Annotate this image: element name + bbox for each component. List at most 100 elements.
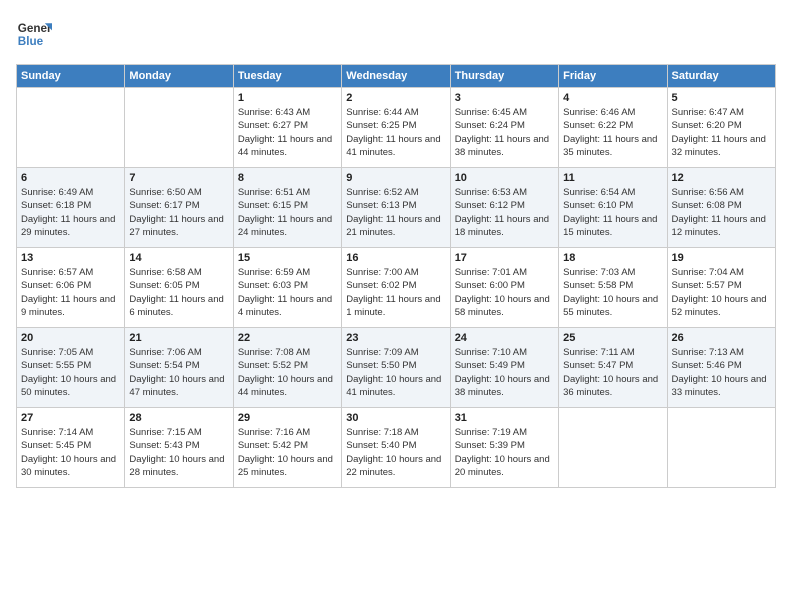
day-number: 29 [238, 412, 337, 424]
day-number: 20 [21, 332, 120, 344]
day-header-friday: Friday [559, 65, 667, 88]
calendar-cell [667, 408, 775, 488]
day-info: Sunrise: 6:43 AMSunset: 6:27 PMDaylight:… [238, 106, 337, 159]
calendar-cell: 18 Sunrise: 7:03 AMSunset: 5:58 PMDayligh… [559, 248, 667, 328]
calendar-cell: 7 Sunrise: 6:50 AMSunset: 6:17 PMDaylight… [125, 168, 233, 248]
day-number: 8 [238, 172, 337, 184]
calendar-cell: 25 Sunrise: 7:11 AMSunset: 5:47 PMDayligh… [559, 328, 667, 408]
day-info: Sunrise: 6:51 AMSunset: 6:15 PMDaylight:… [238, 186, 337, 239]
calendar-cell: 15Sunrise: 6:59 AMSunset: 6:03 PMDayligh… [233, 248, 341, 328]
day-info: Sunrise: 7:13 AMSunset: 5:46 PMDaylight:… [672, 346, 771, 399]
day-number: 19 [672, 252, 771, 264]
calendar-cell: 19 Sunrise: 7:04 AMSunset: 5:57 PMDayligh… [667, 248, 775, 328]
day-number: 5 [672, 92, 771, 104]
calendar-cell: 3Sunrise: 6:45 AMSunset: 6:24 PMDaylight… [450, 88, 558, 168]
day-number: 31 [455, 412, 554, 424]
calendar-cell: 23 Sunrise: 7:09 AMSunset: 5:50 PMDayligh… [342, 328, 450, 408]
day-number: 18 [563, 252, 662, 264]
calendar-cell [125, 88, 233, 168]
day-number: 15 [238, 252, 337, 264]
page-header: General Blue [16, 16, 776, 52]
day-number: 13 [21, 252, 120, 264]
svg-text:Blue: Blue [18, 35, 44, 48]
day-number: 22 [238, 332, 337, 344]
day-info: Sunrise: 7:01 AMSunset: 6:00 PMDaylight:… [455, 266, 554, 319]
day-info: Sunrise: 7:06 AMSunset: 5:54 PMDaylight:… [129, 346, 228, 399]
day-info: Sunrise: 6:45 AMSunset: 6:24 PMDaylight:… [455, 106, 554, 159]
calendar-cell: 21 Sunrise: 7:06 AMSunset: 5:54 PMDayligh… [125, 328, 233, 408]
calendar-cell: 14 Sunrise: 6:58 AMSunset: 6:05 PMDayligh… [125, 248, 233, 328]
day-number: 7 [129, 172, 228, 184]
day-info: Sunrise: 7:14 AMSunset: 5:45 PMDaylight:… [21, 426, 120, 479]
calendar-cell: 30 Sunrise: 7:18 AMSunset: 5:40 PMDayligh… [342, 408, 450, 488]
calendar-cell: 16Sunrise: 7:00 AMSunset: 6:02 PMDayligh… [342, 248, 450, 328]
day-header-thursday: Thursday [450, 65, 558, 88]
day-number: 30 [346, 412, 445, 424]
day-info: Sunrise: 6:47 AMSunset: 6:20 PMDaylight:… [672, 106, 771, 159]
calendar-week-4: 20 Sunrise: 7:05 AMSunset: 5:55 PMDayligh… [17, 328, 776, 408]
calendar-cell: 9 Sunrise: 6:52 AMSunset: 6:13 PMDaylight… [342, 168, 450, 248]
calendar-cell: 6 Sunrise: 6:49 AMSunset: 6:18 PMDaylight… [17, 168, 125, 248]
day-info: Sunrise: 6:49 AMSunset: 6:18 PMDaylight:… [21, 186, 120, 239]
calendar-week-1: 1 Sunrise: 6:43 AMSunset: 6:27 PMDaylight… [17, 88, 776, 168]
day-info: Sunrise: 6:57 AMSunset: 6:06 PMDaylight:… [21, 266, 120, 319]
calendar-table: SundayMondayTuesdayWednesdayThursdayFrid… [16, 64, 776, 488]
day-info: Sunrise: 7:04 AMSunset: 5:57 PMDaylight:… [672, 266, 771, 319]
day-number: 16 [346, 252, 445, 264]
calendar-cell: 29 Sunrise: 7:16 AMSunset: 5:42 PMDayligh… [233, 408, 341, 488]
day-info: Sunrise: 7:16 AMSunset: 5:42 PMDaylight:… [238, 426, 337, 479]
day-info: Sunrise: 6:50 AMSunset: 6:17 PMDaylight:… [129, 186, 228, 239]
calendar-cell: 12 Sunrise: 6:56 AMSunset: 6:08 PMDayligh… [667, 168, 775, 248]
calendar-cell: 1 Sunrise: 6:43 AMSunset: 6:27 PMDaylight… [233, 88, 341, 168]
day-info: Sunrise: 6:53 AMSunset: 6:12 PMDaylight:… [455, 186, 554, 239]
day-info: Sunrise: 7:03 AMSunset: 5:58 PMDaylight:… [563, 266, 662, 319]
day-info: Sunrise: 6:54 AMSunset: 6:10 PMDaylight:… [563, 186, 662, 239]
calendar-header-row: SundayMondayTuesdayWednesdayThursdayFrid… [17, 65, 776, 88]
day-header-saturday: Saturday [667, 65, 775, 88]
day-info: Sunrise: 6:46 AMSunset: 6:22 PMDaylight:… [563, 106, 662, 159]
day-number: 27 [21, 412, 120, 424]
logo: General Blue [16, 16, 52, 52]
day-number: 10 [455, 172, 554, 184]
day-info: Sunrise: 6:44 AMSunset: 6:25 PMDaylight:… [346, 106, 445, 159]
day-header-monday: Monday [125, 65, 233, 88]
day-info: Sunrise: 7:08 AMSunset: 5:52 PMDaylight:… [238, 346, 337, 399]
calendar-cell: 10 Sunrise: 6:53 AMSunset: 6:12 PMDayligh… [450, 168, 558, 248]
day-info: Sunrise: 7:18 AMSunset: 5:40 PMDaylight:… [346, 426, 445, 479]
day-header-tuesday: Tuesday [233, 65, 341, 88]
day-info: Sunrise: 7:10 AMSunset: 5:49 PMDaylight:… [455, 346, 554, 399]
day-number: 9 [346, 172, 445, 184]
calendar-cell: 11 Sunrise: 6:54 AMSunset: 6:10 PMDayligh… [559, 168, 667, 248]
day-info: Sunrise: 7:15 AMSunset: 5:43 PMDaylight:… [129, 426, 228, 479]
day-number: 1 [238, 92, 337, 104]
day-info: Sunrise: 6:58 AMSunset: 6:05 PMDaylight:… [129, 266, 228, 319]
day-number: 12 [672, 172, 771, 184]
day-number: 4 [563, 92, 662, 104]
day-info: Sunrise: 7:19 AMSunset: 5:39 PMDaylight:… [455, 426, 554, 479]
calendar-cell: 4 Sunrise: 6:46 AMSunset: 6:22 PMDaylight… [559, 88, 667, 168]
calendar-cell: 17Sunrise: 7:01 AMSunset: 6:00 PMDayligh… [450, 248, 558, 328]
day-number: 21 [129, 332, 228, 344]
day-header-sunday: Sunday [17, 65, 125, 88]
day-number: 2 [346, 92, 445, 104]
day-number: 11 [563, 172, 662, 184]
day-header-wednesday: Wednesday [342, 65, 450, 88]
day-info: Sunrise: 7:09 AMSunset: 5:50 PMDaylight:… [346, 346, 445, 399]
calendar-week-5: 27 Sunrise: 7:14 AMSunset: 5:45 PMDayligh… [17, 408, 776, 488]
calendar-cell: 13 Sunrise: 6:57 AMSunset: 6:06 PMDayligh… [17, 248, 125, 328]
calendar-cell: 31 Sunrise: 7:19 AMSunset: 5:39 PMDayligh… [450, 408, 558, 488]
day-info: Sunrise: 6:52 AMSunset: 6:13 PMDaylight:… [346, 186, 445, 239]
day-number: 28 [129, 412, 228, 424]
day-number: 14 [129, 252, 228, 264]
day-number: 24 [455, 332, 554, 344]
day-number: 23 [346, 332, 445, 344]
day-number: 6 [21, 172, 120, 184]
day-info: Sunrise: 6:56 AMSunset: 6:08 PMDaylight:… [672, 186, 771, 239]
day-info: Sunrise: 7:11 AMSunset: 5:47 PMDaylight:… [563, 346, 662, 399]
calendar-cell: 5 Sunrise: 6:47 AMSunset: 6:20 PMDaylight… [667, 88, 775, 168]
calendar-cell: 26Sunrise: 7:13 AMSunset: 5:46 PMDayligh… [667, 328, 775, 408]
calendar-cell: 24 Sunrise: 7:10 AMSunset: 5:49 PMDayligh… [450, 328, 558, 408]
calendar-cell: 8 Sunrise: 6:51 AMSunset: 6:15 PMDaylight… [233, 168, 341, 248]
day-info: Sunrise: 7:05 AMSunset: 5:55 PMDaylight:… [21, 346, 120, 399]
day-number: 25 [563, 332, 662, 344]
